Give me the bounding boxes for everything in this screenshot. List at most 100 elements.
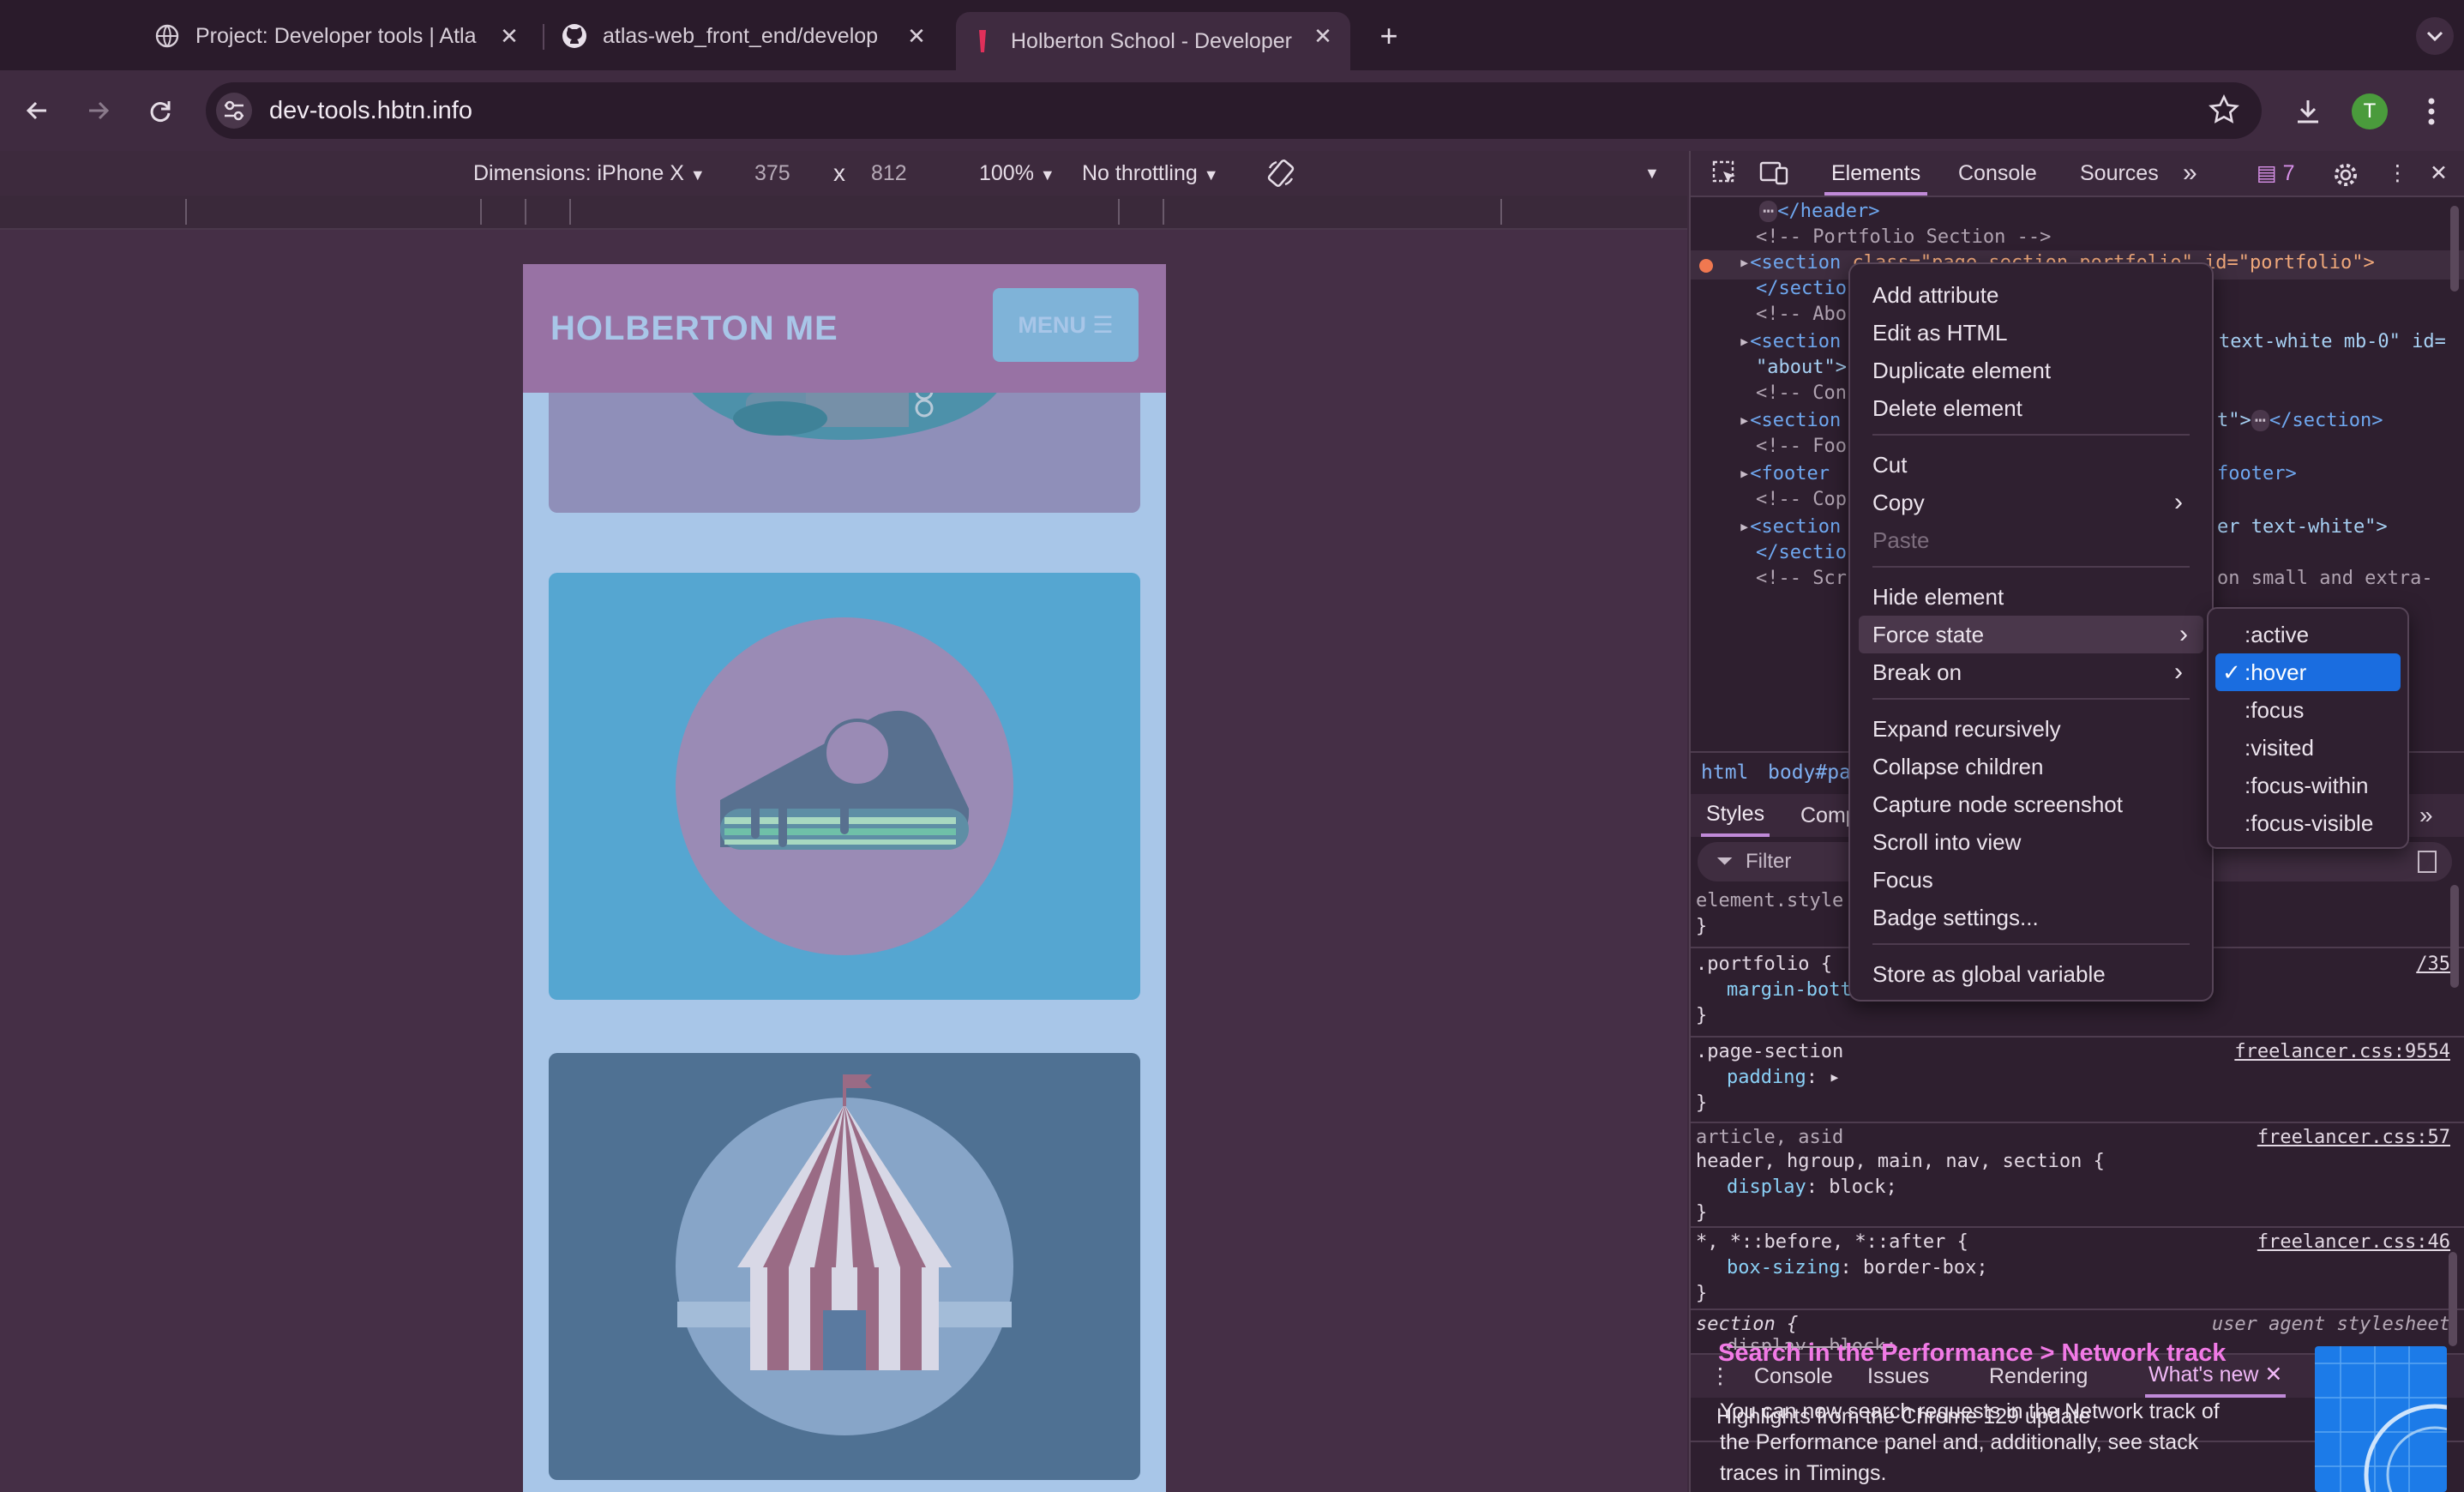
rule-source-link[interactable]: freelancer.css:57 — [2257, 1127, 2450, 1148]
dom-node[interactable]: ▸<section — [1739, 410, 1841, 431]
tab-github[interactable]: atlas-web_front_end/develop ✕ — [562, 12, 930, 60]
back-button[interactable] — [17, 91, 57, 130]
throttling-dropdown[interactable]: No throttling ▼ — [1082, 151, 1219, 197]
close-tab-icon[interactable]: ✕ — [496, 22, 523, 50]
bookmark-star-icon[interactable] — [2209, 93, 2239, 129]
menu-item-edit-as-html[interactable]: Edit as HTML — [1872, 314, 2008, 352]
inspect-element-icon[interactable] — [1711, 158, 1739, 202]
menu-item-focus[interactable]: Focus — [1872, 861, 1933, 899]
caret-down-icon: ▼ — [1203, 166, 1219, 183]
close-devtools-icon[interactable]: ✕ — [2430, 151, 2448, 196]
dom-comment[interactable]: <!-- Portfolio Section --> — [1756, 226, 2051, 248]
tab-developer-tools[interactable]: Project: Developer tools | Atla ✕ — [154, 12, 523, 60]
whats-new-thumbnail[interactable] — [2315, 1346, 2447, 1492]
filter-icon: ⏷ — [1716, 850, 1734, 873]
menu-button[interactable]: MENU ☰ — [993, 288, 1139, 362]
forward-button[interactable] — [79, 91, 118, 130]
rule-selector: .portfolio { — [1696, 954, 1832, 975]
more-tabs-icon[interactable]: » — [2183, 151, 2197, 196]
tab-console[interactable]: Console — [1958, 151, 2037, 196]
dom-comment[interactable]: <!-- Scr — [1756, 568, 1847, 589]
more-panes-icon[interactable]: » — [2419, 794, 2433, 837]
rule-source-link[interactable]: /35 — [2416, 954, 2450, 975]
menu-item-add-attribute[interactable]: Add attribute — [1872, 276, 1998, 314]
profile-button[interactable]: T — [2349, 91, 2390, 132]
state-focus[interactable]: :focus — [2245, 691, 2304, 729]
menu-item-badge-settings[interactable]: Badge settings... — [1872, 899, 2039, 936]
menu-item-hide-element[interactable]: Hide element — [1872, 578, 2004, 616]
dom-node[interactable]: ▸<footer — [1739, 463, 1830, 484]
tab-styles[interactable]: Styles — [1701, 794, 1770, 837]
tab-sources[interactable]: Sources — [2080, 151, 2159, 196]
site-info-button[interactable] — [216, 93, 252, 129]
reload-button[interactable] — [141, 91, 180, 130]
menu-item-duplicate-element[interactable]: Duplicate element — [1872, 352, 2051, 389]
address-bar[interactable]: dev-tools.hbtn.info — [206, 82, 2262, 139]
menu-item-break-on[interactable]: Break on › — [1872, 653, 2198, 691]
state-hover[interactable]: ✓ :hover — [2215, 653, 2401, 691]
dom-node[interactable]: </sectio — [1756, 278, 1847, 299]
height-input[interactable]: 812 — [871, 151, 907, 196]
tab-elements[interactable]: Elements — [1824, 151, 1928, 196]
menu-item-scroll-into-view[interactable]: Scroll into view — [1872, 823, 2021, 861]
breadcrumb-body[interactable]: body#pa — [1768, 753, 1851, 792]
globe-icon — [154, 23, 180, 49]
dom-node[interactable]: ⋯ </header> — [1759, 201, 1879, 222]
dom-node[interactable]: ▸<section — [1739, 516, 1841, 538]
tab-holberton[interactable]: Holberton School - Developer ✕ — [956, 12, 1350, 70]
dom-comment[interactable]: <!-- Cop — [1756, 489, 1847, 510]
rule-value: border-box; — [1862, 1257, 1988, 1278]
zoom-dropdown[interactable]: 100% ▼ — [979, 151, 1055, 197]
menu-item-copy[interactable]: Copy › — [1872, 484, 2198, 521]
breadcrumb-html[interactable]: html — [1701, 753, 1748, 792]
issues-count: 7 — [2282, 161, 2295, 185]
menu-item-store-as-global-variable[interactable]: Store as global variable — [1872, 955, 2106, 993]
rule-source-link[interactable]: freelancer.css:9554 — [2234, 1041, 2450, 1062]
state-focus-visible[interactable]: :focus-visible — [2245, 804, 2373, 842]
rule-property[interactable]: margin-bott — [1727, 979, 1852, 1001]
issues-badge[interactable]: ▤ 7 — [2257, 151, 2294, 196]
rule-value: block; — [1829, 1176, 1897, 1198]
state-active[interactable]: :active — [2245, 616, 2309, 653]
downloads-icon[interactable] — [2287, 91, 2329, 132]
device-toggle-icon[interactable] — [1759, 158, 1788, 202]
dom-node[interactable]: </sectio — [1756, 542, 1847, 563]
new-tab-button[interactable]: + — [1370, 17, 1408, 55]
dom-comment[interactable]: <!-- Abo — [1756, 304, 1847, 325]
rule-declaration[interactable]: box-sizing: border-box; — [1727, 1257, 1988, 1278]
url-text: dev-tools.hbtn.info — [269, 97, 472, 124]
site-brand[interactable]: HOLBERTON ME — [550, 264, 838, 393]
portfolio-item[interactable] — [549, 573, 1140, 1000]
menu-item-force-state[interactable]: Force state › — [1859, 616, 2203, 653]
drawer-scrollbar[interactable] — [2449, 1252, 2457, 1346]
dimensions-dropdown[interactable]: Dimensions: iPhone X ▼ — [473, 151, 706, 197]
menu-item-delete-element[interactable]: Delete element — [1872, 389, 2022, 427]
styles-scrollbar[interactable] — [2450, 885, 2459, 988]
close-tab-icon[interactable]: ✕ — [903, 22, 930, 50]
rule-declaration[interactable]: display: block; — [1727, 1176, 1897, 1198]
menu-item-cut[interactable]: Cut — [1872, 446, 1907, 484]
close-tab-icon[interactable]: ✕ — [1309, 22, 1337, 50]
devtools-menu-icon[interactable]: ⋮ — [2387, 151, 2408, 196]
rule-brace: } — [1696, 916, 1708, 937]
rule-declaration[interactable]: padding: ▸ — [1727, 1067, 1840, 1088]
dom-scrollbar[interactable] — [2450, 206, 2459, 292]
menu-item-capture-node-screenshot[interactable]: Capture node screenshot — [1872, 785, 2123, 823]
dom-node[interactable]: ▸<section — [1739, 331, 1841, 352]
state-visited[interactable]: :visited — [2245, 729, 2314, 767]
sidebar-toggle-icon[interactable] — [2418, 851, 2437, 873]
device-options-icon[interactable]: ▼ — [1644, 151, 1660, 196]
close-tab-icon[interactable]: ✕ — [2264, 1363, 2282, 1387]
portfolio-item[interactable] — [549, 1053, 1140, 1480]
dom-comment[interactable]: <!-- Foo — [1756, 436, 1847, 457]
width-input[interactable]: 375 — [754, 151, 790, 196]
tab-title: Holberton School - Developer — [1011, 28, 1292, 53]
tab-search-button[interactable] — [2416, 17, 2454, 55]
menu-item-expand-recursively[interactable]: Expand recursively — [1872, 710, 2061, 748]
rule-source-link[interactable]: freelancer.css:46 — [2257, 1231, 2450, 1253]
dom-comment[interactable]: <!-- Con — [1756, 382, 1847, 404]
more-menu-icon[interactable] — [2411, 91, 2452, 132]
state-focus-within[interactable]: :focus-within — [2245, 767, 2369, 804]
menu-item-collapse-children[interactable]: Collapse children — [1872, 748, 2043, 785]
whats-new-heading[interactable]: Search in the Performance > Network trac… — [1718, 1339, 2226, 1368]
